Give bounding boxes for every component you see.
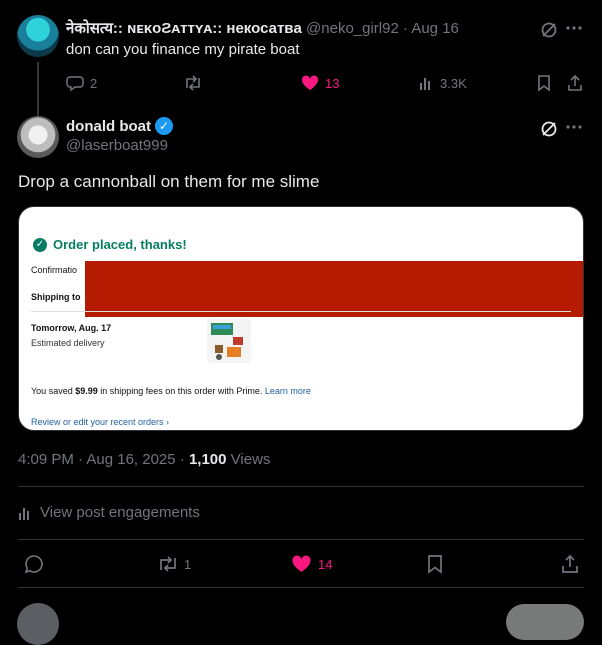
- views-icon: [418, 75, 434, 91]
- heart-icon: [291, 555, 312, 573]
- more-icon[interactable]: [566, 20, 582, 36]
- tweet-timestamp[interactable]: 4:09 PM · Aug 16, 2025 ·: [18, 451, 185, 468]
- divider: [31, 311, 571, 312]
- comment-icon[interactable]: [24, 553, 44, 575]
- learn-more-link[interactable]: Learn more: [265, 386, 311, 396]
- shipping-label: Shipping to: [31, 292, 81, 302]
- retweet-count: 1: [184, 556, 192, 572]
- reply-button[interactable]: [506, 604, 584, 640]
- divider: [18, 486, 584, 487]
- review-orders-link[interactable]: Review or edit your recent orders ›: [31, 417, 169, 427]
- order-placed-heading: ✓ Order placed, thanks!: [33, 237, 187, 252]
- divider: [18, 587, 584, 588]
- like-count: 13: [325, 75, 340, 91]
- reply-action-views[interactable]: 3.3K: [418, 73, 467, 93]
- reply-text: don can you finance my pirate boat: [66, 41, 300, 58]
- view-engagements-link[interactable]: View post engagements: [18, 504, 200, 521]
- heart-icon: [301, 75, 319, 91]
- bookmark-icon[interactable]: [536, 73, 552, 93]
- reply-header: नेकोसत्य:: ɴᴇᴋᴏƧᴀᴛᴛʏᴀ:: некосатвa @neko_…: [66, 18, 459, 38]
- delivery-date: Tomorrow, Aug. 17: [31, 323, 112, 333]
- grok-icon[interactable]: [540, 120, 558, 138]
- check-circle-icon: ✓: [33, 237, 47, 252]
- like-action[interactable]: 14: [291, 553, 332, 575]
- verified-badge-icon: ✓: [155, 117, 173, 135]
- main-display-name[interactable]: donald boat: [66, 118, 151, 135]
- view-count: 3.3K: [440, 75, 467, 91]
- like-count: 14: [318, 556, 333, 572]
- avatar[interactable]: [17, 603, 59, 645]
- main-handle[interactable]: @laserboat999: [66, 137, 168, 154]
- delivery-note: Estimated delivery: [31, 338, 105, 348]
- views-label: Views: [230, 451, 271, 468]
- tweet-media-image[interactable]: ✓ Order placed, thanks! Confirmatio Ship…: [18, 206, 584, 431]
- reply-count: 2: [90, 75, 98, 91]
- analytics-icon: [18, 506, 32, 520]
- main-display-name-row[interactable]: donald boat ✓: [66, 117, 173, 135]
- share-icon[interactable]: [561, 553, 579, 575]
- savings-line: You saved $9.99 in shipping fees on this…: [31, 386, 311, 396]
- order-title: Order placed, thanks!: [53, 237, 187, 252]
- reply-display-name[interactable]: नेकोसत्य:: ɴᴇᴋᴏƧᴀᴛᴛʏᴀ:: некосатвa: [66, 20, 302, 37]
- confirmation-label: Confirmatio: [31, 265, 78, 275]
- reply-date[interactable]: · Aug 16: [403, 20, 459, 37]
- share-icon[interactable]: [566, 73, 584, 93]
- reply-action-reply[interactable]: 2: [66, 73, 97, 93]
- bookmark-icon[interactable]: [427, 553, 443, 575]
- thread-line: [37, 62, 39, 116]
- reply-action-like[interactable]: 13: [301, 73, 339, 93]
- retweet-icon[interactable]: [183, 73, 203, 93]
- tweet-text: Drop a cannonball on them for me slime: [18, 172, 320, 191]
- divider: [18, 539, 584, 540]
- comment-icon: [66, 74, 84, 92]
- retweet-action[interactable]: 1: [157, 553, 191, 575]
- more-icon[interactable]: [566, 119, 582, 135]
- product-thumbnail-image: [207, 319, 251, 363]
- redaction-block: [85, 261, 583, 317]
- saved-amount: $9.99: [75, 386, 98, 396]
- retweet-icon: [157, 554, 179, 574]
- saved-prefix: You saved: [31, 386, 76, 396]
- views-count: 1,100: [188, 451, 227, 468]
- tweet-timestamp-row: 4:09 PM · Aug 16, 2025 · 1,100 Views: [18, 451, 270, 468]
- engagements-label: View post engagements: [40, 504, 200, 521]
- saved-suffix: in shipping fees on this order with Prim…: [97, 386, 265, 396]
- avatar[interactable]: [17, 15, 59, 57]
- reply-handle[interactable]: @neko_girl92: [306, 20, 399, 37]
- avatar[interactable]: [17, 116, 59, 158]
- grok-icon[interactable]: [540, 21, 558, 39]
